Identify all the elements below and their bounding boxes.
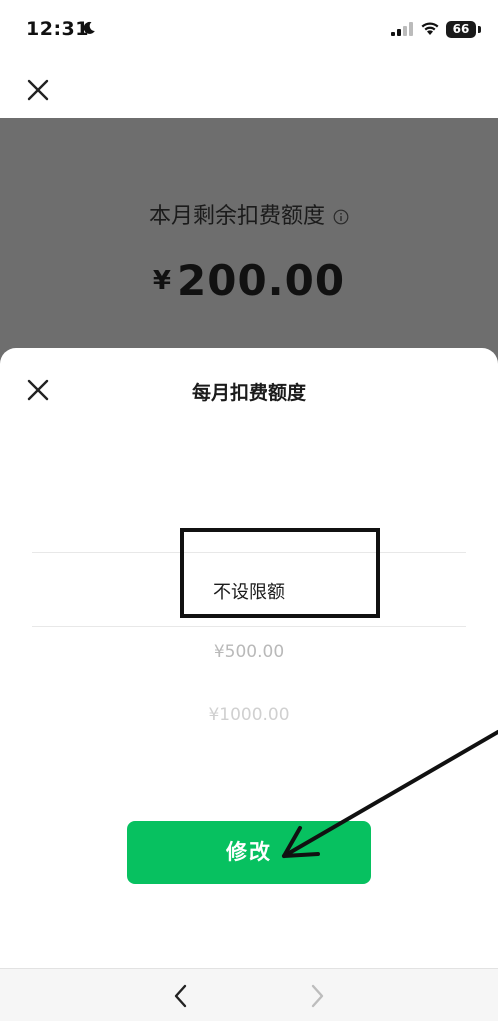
remaining-quota-amount: ¥200.00	[0, 256, 498, 305]
battery-tip	[478, 26, 481, 33]
amount-value: 200.00	[177, 256, 346, 305]
back-icon[interactable]	[168, 983, 194, 1009]
signal-icon	[391, 22, 413, 36]
status-time: 12:31	[26, 18, 89, 40]
close-icon[interactable]	[24, 76, 52, 104]
moon-icon	[83, 21, 95, 34]
currency-symbol: ¥	[152, 266, 171, 296]
remaining-quota-heading: 本月剩余扣费额度	[0, 198, 498, 230]
info-icon[interactable]	[333, 209, 349, 225]
sheet-title: 每月扣费额度	[191, 382, 306, 404]
modify-button[interactable]: 修改	[127, 821, 371, 884]
wifi-icon	[421, 22, 439, 35]
picker-bottom-divider	[32, 626, 466, 627]
monthly-quota-sheet: 每月扣费额度 不设限额 ¥500.00 ¥1000.00 修改	[0, 348, 498, 968]
battery-icon: 66	[446, 21, 476, 38]
forward-icon	[311, 984, 324, 1008]
annotation-highlight-box	[180, 528, 380, 618]
remaining-quota-label: 本月剩余扣费额度	[148, 204, 325, 229]
status-bar: 12:31 66	[0, 0, 498, 62]
picker-option[interactable]: ¥500.00	[0, 642, 498, 662]
browser-nav-bar	[0, 968, 498, 1021]
dimmed-header: 本月剩余扣费额度 ¥200.00	[0, 118, 498, 378]
top-bar	[0, 62, 498, 118]
picker-option[interactable]: ¥1000.00	[0, 705, 498, 725]
